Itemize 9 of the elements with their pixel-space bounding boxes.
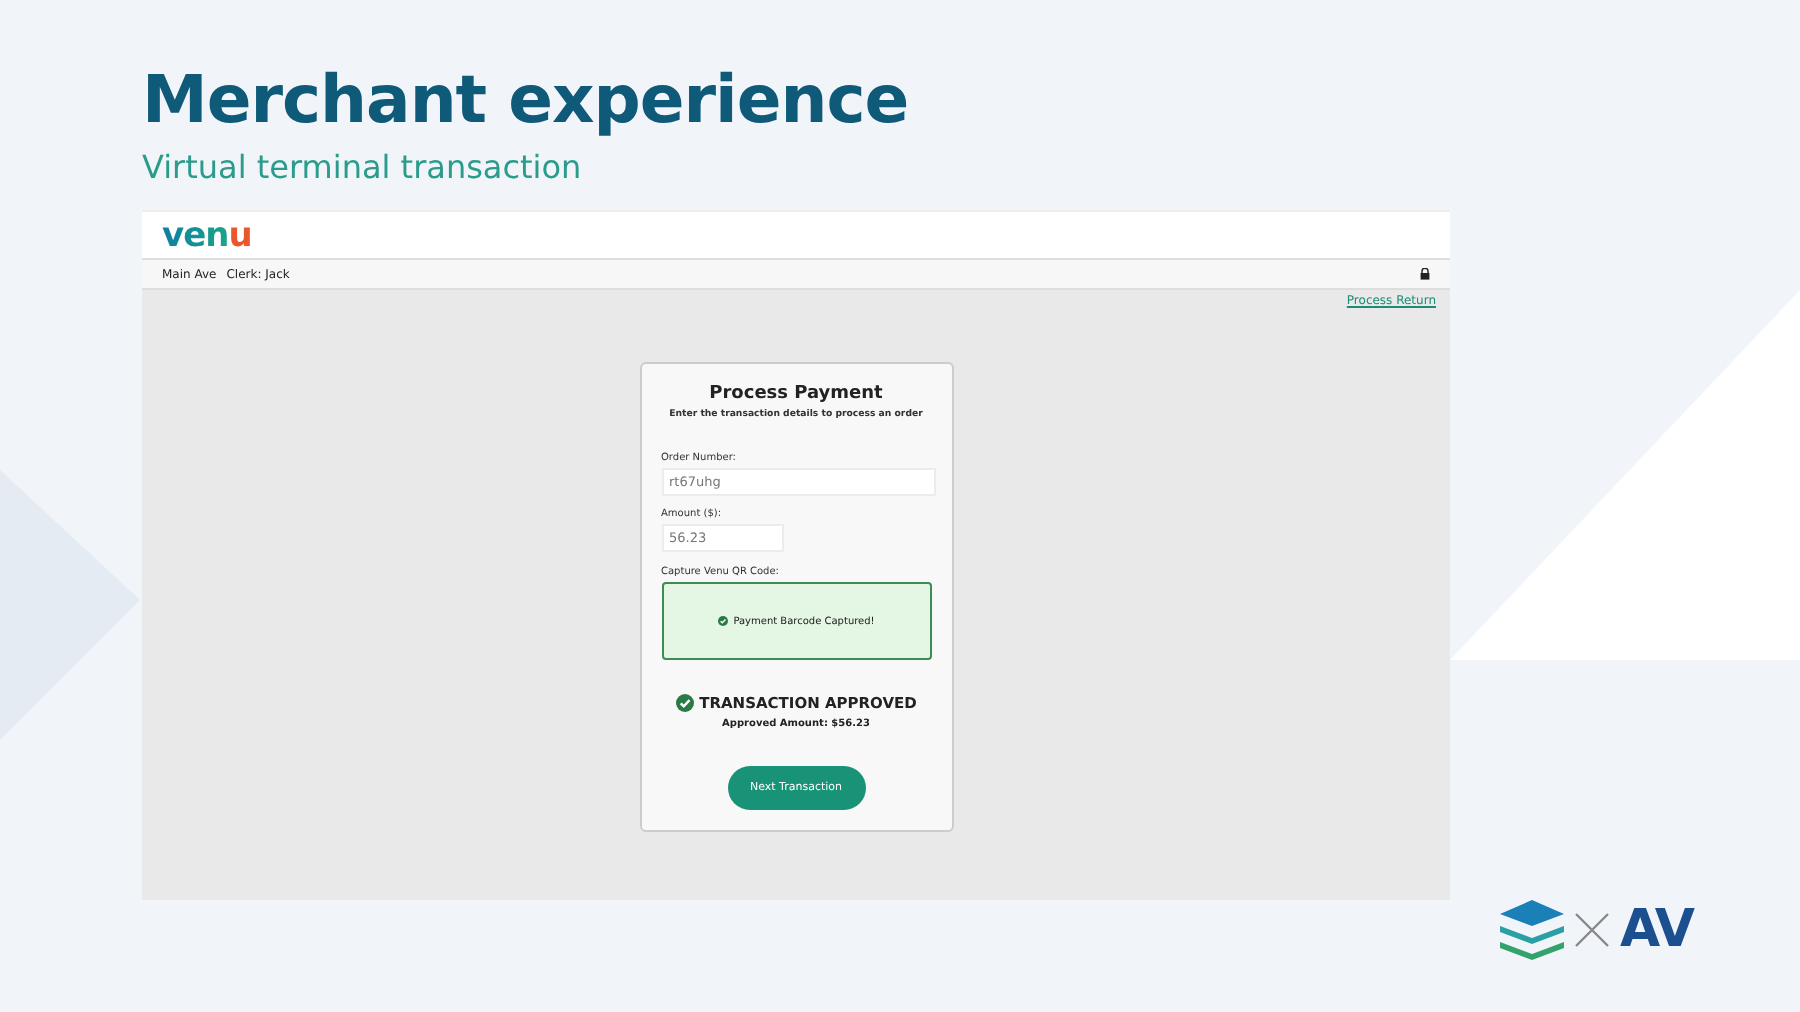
check-circle-icon bbox=[717, 616, 728, 626]
card-title: Process Payment bbox=[707, 384, 885, 404]
lock-icon[interactable] bbox=[1420, 268, 1430, 280]
check-circle-icon bbox=[675, 694, 694, 712]
cross-icon bbox=[1572, 910, 1612, 950]
slide-subtitle: Virtual terminal transaction bbox=[142, 148, 584, 188]
brand-logo: AV bbox=[1620, 900, 1693, 960]
slide-title: Merchant experience bbox=[142, 60, 911, 140]
layers-icon bbox=[1500, 900, 1564, 960]
